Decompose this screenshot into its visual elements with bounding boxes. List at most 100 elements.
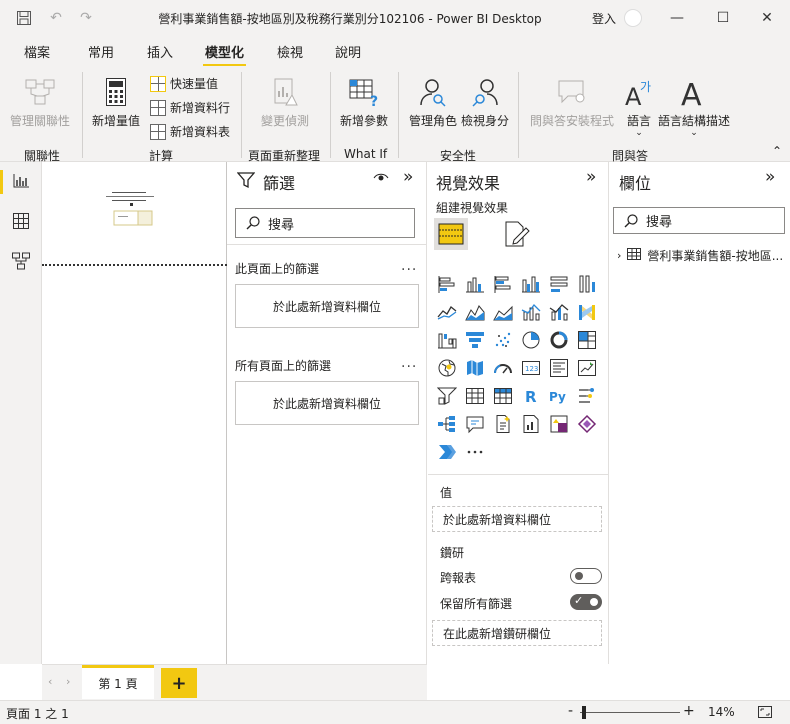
add-page-button[interactable]: + (161, 668, 197, 698)
filled-map-visual-icon[interactable] (464, 357, 486, 379)
save-icon[interactable] (14, 8, 34, 28)
sign-in-link[interactable]: 登入 (592, 10, 616, 27)
redo-icon[interactable]: ↷ (76, 8, 96, 28)
format-visual-tab[interactable] (502, 220, 530, 251)
zoom-out-button[interactable]: - (568, 703, 573, 719)
100-stacked-bar-visual-icon[interactable] (548, 273, 570, 295)
fit-to-page-icon[interactable] (758, 706, 772, 721)
waterfall-visual-icon[interactable] (436, 329, 458, 351)
new-table-button[interactable]: 新增資料表 (150, 123, 230, 140)
values-field-well[interactable]: 於此處新增資料欄位 (432, 506, 602, 532)
tab-modeling[interactable]: 模型化 (202, 42, 247, 67)
line-clustered-column-visual-icon[interactable] (520, 301, 542, 323)
line-visual-icon[interactable] (436, 301, 458, 323)
card-visual-icon[interactable]: 123 (520, 357, 542, 379)
gauge-visual-icon[interactable] (492, 357, 514, 379)
tab-help[interactable]: 說明 (335, 42, 361, 61)
avatar[interactable] (624, 9, 642, 27)
zoom-in-button[interactable]: + (683, 703, 695, 719)
build-visual-tab[interactable] (434, 218, 468, 250)
new-measure-button[interactable]: 新增量值 (92, 74, 140, 129)
drill-through-field-well[interactable]: 在此處新增鑽研欄位 (432, 620, 602, 646)
power-automate-visual-icon[interactable] (576, 413, 598, 435)
tab-view[interactable]: 檢視 (277, 42, 303, 61)
maximize-icon[interactable]: ☐ (708, 6, 738, 30)
linguistic-schema-button[interactable]: A 語言結構描述 ⌄ (658, 74, 730, 138)
zoom-slider-thumb[interactable] (582, 706, 586, 719)
100-stacked-column-visual-icon[interactable] (576, 273, 598, 295)
view-as-button[interactable]: 檢視身分 (461, 74, 509, 129)
page-tab[interactable]: 第 1 頁 (82, 665, 154, 699)
manage-relationships-button[interactable]: 管理關聯性 (10, 74, 70, 129)
python-visual-icon[interactable]: Py (548, 385, 570, 407)
kpi-visual-icon[interactable] (576, 357, 598, 379)
zoom-slider-track[interactable] (580, 712, 680, 713)
more-visuals-visual-icon[interactable] (464, 441, 486, 463)
multi-row-card-visual-icon[interactable] (548, 357, 570, 379)
cross-report-toggle[interactable] (570, 568, 602, 584)
new-column-button[interactable]: 新增資料行 (150, 99, 230, 116)
search-icon (624, 213, 638, 228)
ribbon-visual-icon[interactable] (576, 301, 598, 323)
area-visual-icon[interactable] (464, 301, 486, 323)
filters-search-input[interactable]: 搜尋 (235, 208, 415, 238)
tab-file[interactable]: 檔案 (24, 42, 50, 61)
collapse-filters-icon[interactable]: » (403, 167, 413, 187)
collapse-fields-icon[interactable]: » (765, 167, 775, 187)
collapse-visualizations-icon[interactable]: » (586, 167, 596, 187)
tab-insert[interactable]: 插入 (147, 42, 173, 61)
line-stacked-column-visual-icon[interactable] (548, 301, 570, 323)
model-view-icon[interactable] (10, 250, 32, 272)
matrix-visual-icon[interactable] (492, 385, 514, 407)
pie-visual-icon[interactable] (520, 329, 542, 351)
report-canvas[interactable] (42, 162, 227, 664)
decomposition-tree-visual-icon[interactable] (436, 413, 458, 435)
key-influencers-visual-icon[interactable] (576, 385, 598, 407)
table-visual-icon[interactable] (464, 385, 486, 407)
power-automate-flow-visual-icon[interactable] (436, 441, 458, 463)
next-page-icon[interactable]: › (66, 675, 70, 688)
smart-narrative-visual-icon[interactable] (492, 413, 514, 435)
build-visual-label: 組建視覺效果 (436, 201, 509, 215)
undo-icon[interactable]: ↶ (46, 8, 66, 28)
slicer-visual-icon[interactable] (436, 385, 458, 407)
power-apps-visual-icon[interactable] (548, 413, 570, 435)
title-bar: ↶ ↷ 營利事業銷售額-按地區別及稅務行業別分102106 - Power BI… (0, 0, 790, 36)
data-view-icon[interactable] (10, 210, 32, 232)
collapse-ribbon-icon[interactable]: ⌃ (772, 144, 782, 158)
all-pages-filter-well[interactable]: 於此處新增資料欄位 (235, 381, 419, 425)
prev-page-icon[interactable]: ‹ (48, 675, 52, 688)
donut-visual-icon[interactable] (548, 329, 570, 351)
new-parameter-button[interactable]: ? 新增參數 (340, 74, 388, 129)
this-page-filter-well[interactable]: 於此處新增資料欄位 (235, 284, 419, 328)
quick-measure-button[interactable]: 快速量值 (150, 75, 218, 92)
close-icon[interactable]: ✕ (752, 6, 782, 30)
field-table-item[interactable]: › 營利事業銷售額-按地區... (617, 247, 783, 264)
more-options-icon[interactable]: ... (401, 258, 417, 274)
scatter-visual-icon[interactable] (492, 329, 514, 351)
report-view-icon[interactable] (10, 170, 32, 192)
manage-roles-button[interactable]: 管理角色 (409, 74, 457, 129)
clustered-column-visual-icon[interactable] (520, 273, 542, 295)
change-detection-button[interactable]: 變更偵測 (261, 74, 309, 129)
stacked-bar-visual-icon[interactable] (436, 273, 458, 295)
treemap-visual-icon[interactable] (576, 329, 598, 351)
qa-setup-button[interactable]: 問與答安裝程式 (530, 74, 614, 129)
r-script-visual-icon[interactable]: R (520, 385, 542, 407)
map-visual-icon[interactable] (436, 357, 458, 379)
tab-home[interactable]: 常用 (88, 42, 114, 61)
funnel-visual-icon[interactable] (464, 329, 486, 351)
stacked-area-visual-icon[interactable] (492, 301, 514, 323)
person-view-icon (470, 74, 500, 110)
fields-search-input[interactable]: 搜尋 (613, 207, 785, 234)
more-options-icon[interactable]: ... (401, 355, 417, 371)
paginated-report-visual-icon[interactable] (520, 413, 542, 435)
language-button[interactable]: A가 語言 ⌄ (624, 74, 654, 138)
qa-visual-icon[interactable] (464, 413, 486, 435)
clustered-bar-visual-icon[interactable] (492, 273, 514, 295)
minimize-icon[interactable]: — (662, 6, 692, 30)
stacked-column-visual-icon[interactable] (464, 273, 486, 295)
eye-icon[interactable] (373, 171, 389, 189)
drill-through-label: 鑽研 (440, 546, 465, 560)
keep-all-filters-toggle[interactable]: ✓ (570, 594, 602, 610)
